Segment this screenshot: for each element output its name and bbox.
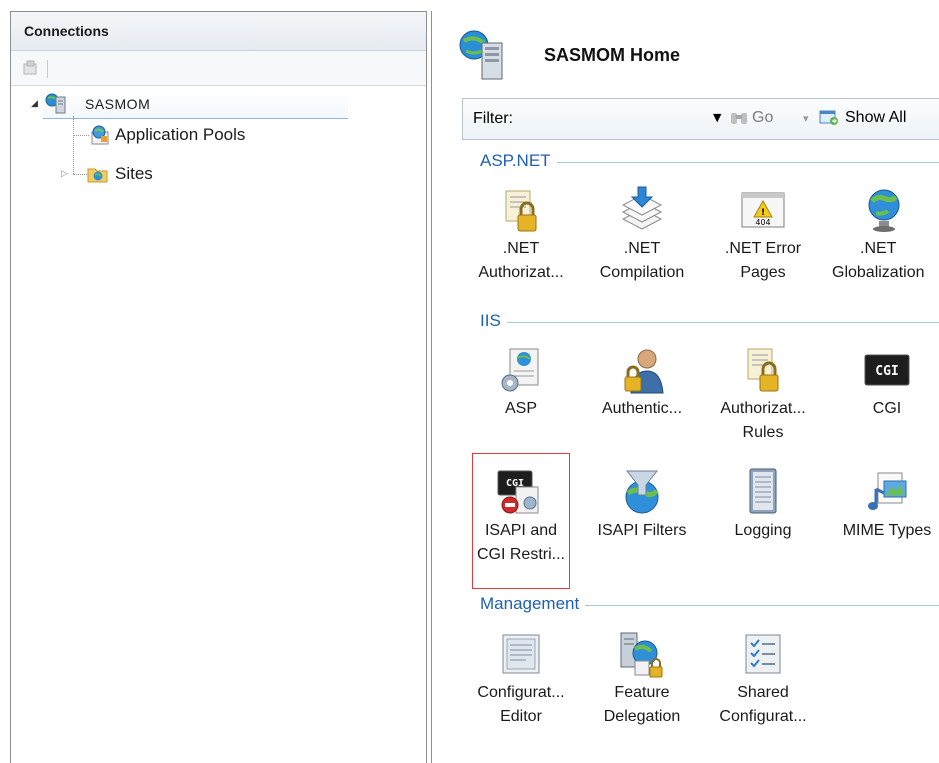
feature-label: Globalization <box>832 264 925 281</box>
filter-dropdown-icon[interactable]: ▼ <box>713 111 721 124</box>
filter-bar: Filter: ▼ Go ▾ Show All <box>462 98 939 140</box>
feature-label: ASP <box>504 400 537 417</box>
feature-isapi-filters[interactable]: ISAPI Filters <box>587 467 697 543</box>
feature-label: Editor <box>500 708 542 725</box>
group-label: ASP.NET <box>480 151 557 171</box>
cgi-icon: CGI <box>862 345 912 395</box>
group-label: IIS <box>480 311 507 331</box>
tree-connector <box>73 135 89 136</box>
group-iis: IIS <box>462 311 939 333</box>
feature-delegation-icon <box>617 629 667 679</box>
connections-pane: Connections ◢ SASMOM Application Pools ▷… <box>10 11 427 763</box>
configuration-editor-icon <box>496 629 546 679</box>
go-button[interactable]: Go <box>730 109 773 127</box>
net-globalization-icon <box>862 185 912 235</box>
tree-node-application-pools[interactable]: Application Pools <box>89 123 245 147</box>
page-title: SASMOM Home <box>544 45 681 65</box>
connections-toolbar <box>11 51 426 86</box>
feature-mime-types[interactable]: MIME Types <box>832 467 939 543</box>
feature-net-compilation[interactable]: .NET Compilation <box>587 185 697 285</box>
feature-net-globalization[interactable]: .NET Globalization <box>832 185 939 285</box>
feature-net-error-pages[interactable]: ! 404 .NET Error Pages <box>708 185 818 285</box>
shared-configuration-icon <box>738 629 788 679</box>
feature-label: Shared <box>737 684 789 701</box>
feature-cgi[interactable]: CGI CGI <box>832 345 939 421</box>
feature-label: CGI Restri... <box>476 546 565 563</box>
feature-label: Logging <box>734 522 792 539</box>
feature-label: .NET <box>502 240 540 257</box>
mime-types-icon <box>862 467 912 517</box>
logging-icon <box>738 467 788 517</box>
feature-label: .NET <box>623 240 661 257</box>
feature-shared-configuration[interactable]: Shared Configurat... <box>708 629 818 729</box>
go-dropdown-icon[interactable]: ▾ <box>803 112 809 125</box>
group-label: Management <box>480 594 586 614</box>
feature-label: Authentic... <box>601 400 683 417</box>
feature-feature-delegation[interactable]: Feature Delegation <box>587 629 697 729</box>
expand-arrow-icon[interactable]: ▷ <box>61 169 73 179</box>
tree-node-label: Application Pools <box>115 125 246 144</box>
go-label: Go <box>752 109 774 126</box>
tree-node-sites[interactable]: ▷ Sites <box>61 162 153 186</box>
asp-icon <box>496 345 546 395</box>
sites-folder-icon <box>87 168 108 183</box>
isapi-filters-icon <box>617 467 667 517</box>
tree-node-root[interactable]: ◢ SASMOM <box>31 92 150 116</box>
group-divider <box>480 322 939 323</box>
toolbar-separator <box>47 60 48 78</box>
group-management: Management <box>462 594 939 616</box>
net-authorization-icon <box>496 185 546 235</box>
show-all-label: Show All <box>845 109 907 126</box>
group-aspnet: ASP.NET <box>462 151 939 173</box>
feature-label: .NET Error <box>724 240 802 257</box>
feature-net-authorization[interactable]: .NET Authorizat... <box>466 185 576 285</box>
svg-text:404: 404 <box>755 218 770 227</box>
feature-configuration-editor[interactable]: Configurat... Editor <box>466 629 576 729</box>
feature-label: Feature <box>614 684 670 701</box>
feature-label: Configurat... <box>719 708 807 725</box>
collapse-arrow-icon[interactable]: ◢ <box>31 99 45 109</box>
feature-logging[interactable]: Logging <box>708 467 818 543</box>
feature-label: ISAPI Filters <box>597 522 687 539</box>
feature-label: .NET <box>860 240 897 257</box>
net-error-pages-icon: ! 404 <box>738 185 788 235</box>
feature-label: CGI <box>872 400 902 417</box>
isapi-cgi-restrictions-icon: CGI <box>496 467 546 517</box>
feature-label: Authorizat... <box>478 264 564 281</box>
feature-authorization-rules[interactable]: Authorizat... Rules <box>708 345 818 445</box>
connections-title: Connections <box>24 23 109 39</box>
connections-header: Connections <box>11 12 426 51</box>
authentication-icon <box>617 345 667 395</box>
feature-label: Pages <box>740 264 786 281</box>
connect-icon[interactable] <box>22 59 40 76</box>
show-all-button[interactable]: Show All <box>819 109 906 127</box>
server-home-icon <box>459 30 503 80</box>
feature-isapi-cgi-restrictions[interactable]: CGI ISAPI and CGI Restri... <box>466 467 576 567</box>
svg-text:!: ! <box>761 208 765 218</box>
server-icon <box>45 93 66 114</box>
tree-node-label: Sites <box>115 164 153 183</box>
application-pools-icon <box>91 125 109 145</box>
feature-label: Rules <box>742 424 784 441</box>
feature-label: Compilation <box>599 264 685 281</box>
feature-label: Authorizat... <box>720 400 806 417</box>
show-all-icon <box>819 110 838 125</box>
feature-label: ISAPI and <box>484 522 558 539</box>
net-compilation-icon <box>617 185 667 235</box>
binoculars-icon <box>731 113 747 124</box>
feature-label: MIME Types <box>842 522 932 539</box>
feature-authentication[interactable]: Authentic... <box>587 345 697 421</box>
authorization-rules-icon <box>738 345 788 395</box>
tree-root-label: SASMOM <box>85 96 151 112</box>
home-pane: SASMOM Home Filter: ▼ Go ▾ Show All ASP.… <box>431 11 939 763</box>
feature-label: Configurat... <box>477 684 565 701</box>
feature-label: Delegation <box>603 708 681 725</box>
filter-label: Filter: <box>473 110 513 127</box>
feature-asp[interactable]: ASP <box>466 345 576 421</box>
connections-tree: ◢ SASMOM Application Pools ▷ Sites <box>11 90 426 763</box>
cgi-icon-text: CGI <box>875 364 898 379</box>
